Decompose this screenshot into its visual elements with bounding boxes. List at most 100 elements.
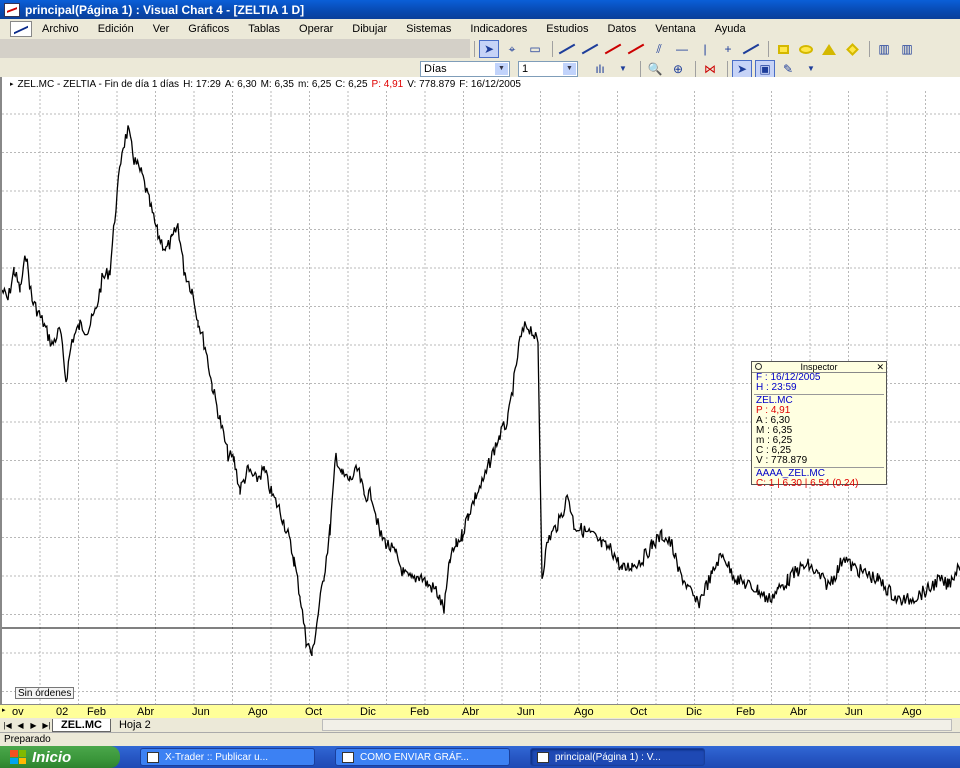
windows-logo-icon — [10, 750, 26, 764]
menu-ventana[interactable]: Ventana — [655, 23, 695, 35]
axis-label: Oct — [630, 706, 648, 718]
curve-icon — [742, 43, 760, 55]
sheet-tab-zel[interactable]: ZEL.MC — [52, 718, 111, 732]
multiplier-select[interactable]: 1 ▼ — [518, 60, 578, 77]
color-pen-dropdown[interactable]: ▼ — [801, 60, 821, 78]
chart-app-icon — [537, 751, 549, 763]
axis-arrow-icon: ▸ — [2, 707, 6, 714]
sheet-tab-hoja2[interactable]: Hoja 2 — [111, 719, 159, 732]
chart-info-bar: ▸ ZEL.MC - ZELTIA - Fin de día 1 días H:… — [2, 77, 960, 91]
frame-tool-button[interactable]: ▭ — [525, 40, 545, 58]
pointer-tool-button[interactable]: ➤ — [479, 40, 499, 58]
document-icon — [342, 751, 354, 763]
plus-icon: + — [724, 42, 732, 56]
curve-tool-button[interactable] — [741, 40, 761, 58]
axis-label: Oct — [305, 706, 323, 718]
horizontal-scrollbar[interactable] — [322, 719, 952, 731]
columns-button[interactable]: ▥ — [874, 40, 894, 58]
bar-type-dropdown[interactable]: ▼ — [613, 60, 633, 78]
chevron-down-icon[interactable]: ▼ — [495, 62, 508, 75]
axis-label: Dic — [686, 706, 702, 718]
status-bar: Preparado — [0, 732, 960, 746]
bar-type-button[interactable]: ılı — [590, 60, 610, 78]
red-line-tool-button[interactable] — [603, 40, 623, 58]
menu-archivo[interactable]: Archivo — [42, 23, 79, 35]
inspector-window[interactable]: Inspector ✕ F : 16/12/2005 H : 23:59 ZEL… — [751, 361, 887, 489]
menu-ver[interactable]: Ver — [153, 23, 170, 35]
menu-operar[interactable]: Operar — [299, 23, 333, 35]
trendline-icon — [558, 43, 576, 55]
trendline-ext-tool-button[interactable] — [580, 40, 600, 58]
menu-graficos[interactable]: Gráficos — [188, 23, 229, 35]
info-open: A: 6,30 — [224, 78, 257, 90]
first-sheet-button[interactable]: |◀ — [2, 719, 13, 731]
pen-icon: ✎ — [782, 61, 794, 76]
toolbar-separator — [474, 41, 475, 57]
menu-sistemas[interactable]: Sistemas — [406, 23, 451, 35]
task-label: COMO ENVIAR GRÁF... — [360, 751, 469, 763]
task-label: principal(Página 1) : V... — [555, 751, 661, 763]
columns-icon: ▥ — [901, 42, 913, 56]
zoom-in-icon: ⊕ — [672, 61, 684, 76]
zoom-out-button[interactable]: 🔍 — [645, 60, 665, 78]
start-label: Inicio — [32, 748, 72, 766]
axis-label: Abr — [790, 706, 808, 718]
close-icon[interactable]: ✕ — [876, 362, 884, 373]
task-xtrader[interactable]: X-Trader :: Publicar u... — [140, 748, 315, 766]
color-pen-button[interactable]: ✎ — [778, 60, 798, 78]
crosshair-tool-button[interactable]: ⌖ — [502, 40, 522, 58]
chart-panel[interactable]: ▸ ZEL.MC - ZELTIA - Fin de día 1 días H:… — [0, 77, 960, 704]
prev-sheet-button[interactable]: ◀ — [15, 719, 26, 731]
diamond-tool-button[interactable] — [842, 40, 862, 58]
orders-badge[interactable]: Sin órdenes — [15, 687, 75, 699]
windows-taskbar: Inicio X-Trader :: Publicar u... COMO EN… — [0, 746, 960, 768]
cross-line-button[interactable]: + — [718, 40, 738, 58]
extended-line-icon — [581, 43, 599, 55]
triangle-tool-button[interactable] — [819, 40, 839, 58]
pin-icon[interactable] — [755, 363, 762, 370]
menu-ayuda[interactable]: Ayuda — [715, 23, 746, 35]
zoom-in-button[interactable]: ⊕ — [668, 60, 688, 78]
next-sheet-button[interactable]: ▶ — [28, 719, 39, 731]
task-visual-chart[interactable]: principal(Página 1) : V... — [530, 748, 705, 766]
bar-chart-icon: ılı — [595, 61, 605, 76]
menu-dibujar[interactable]: Dibujar — [352, 23, 387, 35]
parallel-tool-button[interactable]: ⫽ — [649, 40, 669, 58]
menu-estudios[interactable]: Estudios — [546, 23, 588, 35]
last-sheet-button[interactable]: ▶| — [41, 719, 52, 731]
chevron-down-icon[interactable]: ▼ — [563, 62, 576, 75]
trendline-tool-button[interactable] — [557, 40, 577, 58]
task-como-enviar[interactable]: COMO ENVIAR GRÁF... — [335, 748, 510, 766]
horizontal-line-button[interactable]: — — [672, 40, 692, 58]
axis-label: Feb — [736, 706, 755, 718]
indicator-button[interactable]: ⋈ — [700, 60, 720, 78]
inspector-icon: ▣ — [759, 61, 771, 76]
multiplier-value: 1 — [522, 62, 529, 75]
axis-label: Feb — [410, 706, 429, 718]
chart-window-icon[interactable] — [10, 21, 32, 37]
app-icon — [4, 2, 20, 17]
channel-tool-button[interactable] — [626, 40, 646, 58]
axis-label: Abr — [462, 706, 480, 718]
columns2-button[interactable]: ▥ — [897, 40, 917, 58]
select-mode-button[interactable]: ➤ — [732, 59, 752, 78]
start-button[interactable]: Inicio — [0, 746, 120, 768]
ellipse-icon — [799, 44, 813, 54]
menubar: Archivo Edición Ver Gráficos Tablas Oper… — [0, 19, 960, 39]
rectangle-tool-button[interactable] — [773, 40, 793, 58]
inspector-mode-button[interactable]: ▣ — [755, 59, 775, 78]
ellipse-tool-button[interactable] — [796, 40, 816, 58]
menu-datos[interactable]: Datos — [607, 23, 636, 35]
menu-edicion[interactable]: Edición — [98, 23, 134, 35]
toolbar-separator — [695, 60, 696, 77]
info-close: C: 6,25 — [335, 78, 368, 90]
period-select[interactable]: Días ▼ — [420, 60, 510, 77]
info-volume: V: 778.879 — [407, 78, 456, 90]
menu-indicadores[interactable]: Indicadores — [470, 23, 527, 35]
info-price: P: 4,91 — [371, 78, 404, 90]
toolbar-separator — [640, 60, 641, 77]
vertical-line-button[interactable]: | — [695, 40, 715, 58]
inspector-titlebar[interactable]: Inspector ✕ — [752, 362, 886, 373]
window-title: principal(Página 1) : Visual Chart 4 - [… — [25, 2, 305, 17]
menu-tablas[interactable]: Tablas — [248, 23, 280, 35]
